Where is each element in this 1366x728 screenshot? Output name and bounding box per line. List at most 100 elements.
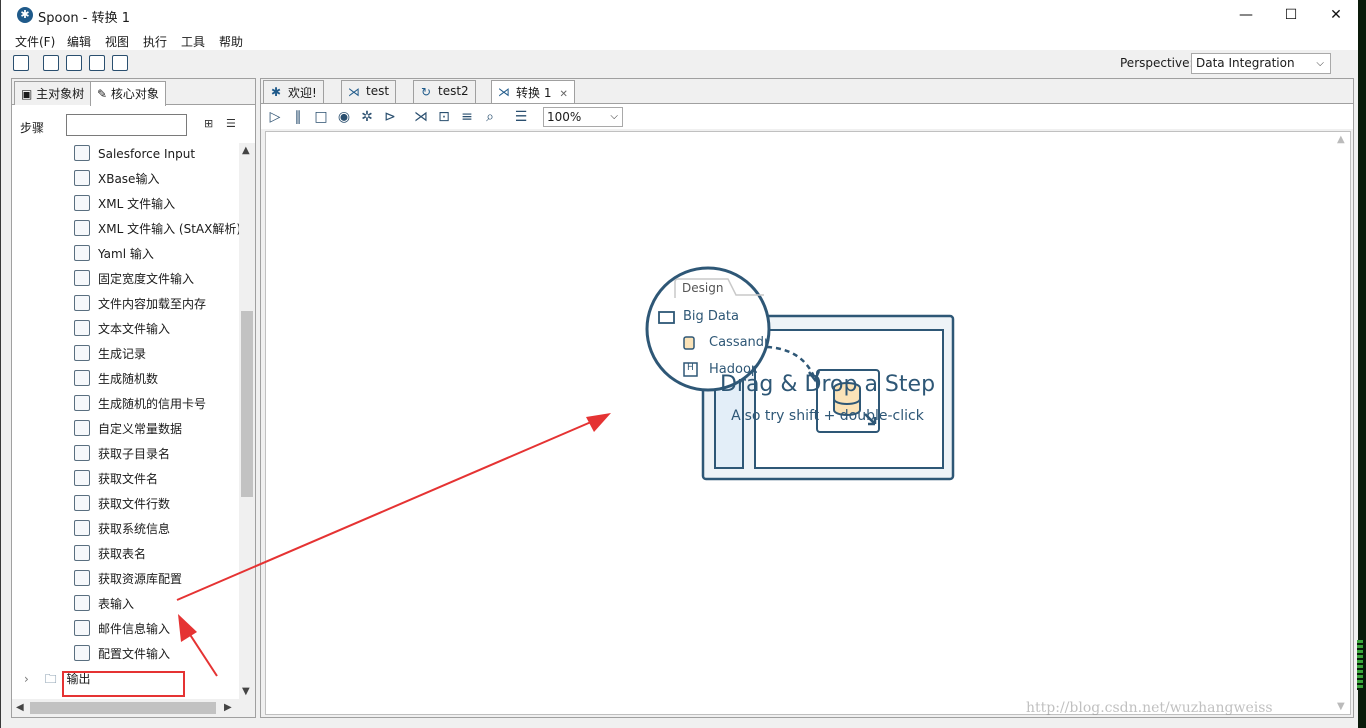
scroll-down-icon[interactable]: ▼ <box>242 686 250 697</box>
title-bar: ✱ Spoon - 转换 1 — ☐ ✕ <box>1 0 1358 30</box>
pause-icon[interactable]: ∥ <box>290 109 306 125</box>
tree-item[interactable]: XML 文件输入 (StAX解析) <box>74 218 240 240</box>
xml-icon <box>74 195 90 211</box>
tree-item[interactable]: 生成记录 <box>74 343 146 365</box>
scroll-thumb[interactable] <box>241 311 253 497</box>
perspective-select[interactable]: Data Integration ⌵ <box>1191 53 1331 74</box>
explore-db-icon[interactable]: ⌕ <box>482 109 498 125</box>
editor-tabs: ✱ 欢迎! ⋊ test ↻ test2 ⋊ 转换 1 ✕ <box>261 79 1353 103</box>
verify-icon[interactable]: ⋊ <box>413 109 429 125</box>
tree-item-label: 文本文件输入 <box>98 322 171 336</box>
chevron-down-icon: ⌵ <box>1316 58 1324 69</box>
steps-search-input[interactable] <box>66 114 187 136</box>
tree-item[interactable]: 获取资源库配置 <box>74 568 182 590</box>
tab-label: 欢迎! <box>288 86 317 100</box>
minimize-button[interactable]: — <box>1223 0 1269 30</box>
tree-item[interactable]: XBase输入 <box>74 168 159 190</box>
transform-icon: ⋊ <box>498 85 510 99</box>
save-as-icon[interactable] <box>112 55 128 71</box>
tree-item-label: 获取子目录名 <box>98 447 171 461</box>
tab-test2[interactable]: ↻ test2 <box>413 80 476 103</box>
new-file-icon[interactable] <box>13 55 29 71</box>
tree-item[interactable]: 获取文件名 <box>74 468 158 490</box>
desktop-meter <box>1357 640 1363 690</box>
tree-item[interactable]: 获取文件行数 <box>74 493 170 515</box>
tree-item-label: 文件内容加载至内存 <box>98 297 207 311</box>
perspective-value: Data Integration <box>1196 56 1295 70</box>
tree-item[interactable]: 生成随机的信用卡号 <box>74 393 206 415</box>
system-icon <box>74 520 90 536</box>
explore-repo-icon[interactable] <box>66 55 82 71</box>
annotation-highlight-box <box>62 671 185 697</box>
tree-item-label: XML 文件输入 (StAX解析) <box>98 222 240 236</box>
scroll-right-icon[interactable]: ▶ <box>224 702 232 713</box>
repo-icon <box>74 570 90 586</box>
preview-icon[interactable]: ◉ <box>336 109 352 125</box>
tree-item[interactable]: 配置文件输入 <box>74 643 170 665</box>
tab-core-objects[interactable]: ✎ 核心对象 <box>90 81 166 106</box>
menu-run[interactable]: 执行 <box>143 33 167 50</box>
tab-welcome[interactable]: ✱ 欢迎! <box>263 80 324 103</box>
tree-item[interactable]: 文本文件输入 <box>74 318 170 340</box>
tab-main-tree[interactable]: ▣ 主对象树 <box>14 81 92 105</box>
zoom-select[interactable]: 100% ⌵ <box>543 107 623 127</box>
scroll-left-icon[interactable]: ◀ <box>16 702 24 713</box>
tree-item[interactable]: 获取系统信息 <box>74 518 170 540</box>
show-results-icon[interactable]: ☰ <box>513 109 529 125</box>
tree-item[interactable]: Yaml 输入 <box>74 243 154 265</box>
tree-item-label: XBase输入 <box>98 172 160 186</box>
scroll-down-icon[interactable]: ▼ <box>1337 701 1345 712</box>
open-file-icon[interactable] <box>43 55 59 71</box>
tab-label: 转换 1 <box>516 86 552 100</box>
table-icon <box>74 545 90 561</box>
tree-item-label: 生成随机的信用卡号 <box>98 397 207 411</box>
count-icon <box>74 495 90 511</box>
replay-icon[interactable]: ⊳ <box>382 109 398 125</box>
scroll-up-icon[interactable]: ▲ <box>242 145 250 156</box>
menu-view[interactable]: 视图 <box>105 33 129 50</box>
maximize-button[interactable]: ☐ <box>1268 0 1314 30</box>
steps-tree: Salesforce Input XBase输入 XML 文件输入 XML 文件… <box>12 143 240 699</box>
impact-icon[interactable]: ⊡ <box>436 109 452 125</box>
illustration-item-cassandra: Cassandr <box>709 335 767 350</box>
tree-item-label: 获取文件行数 <box>98 497 171 511</box>
tree-item-table-input[interactable]: 表输入 <box>74 593 134 615</box>
tree-item[interactable]: 获取子目录名 <box>74 443 170 465</box>
run-icon[interactable]: ▷ <box>267 109 283 125</box>
menu-help[interactable]: 帮助 <box>219 33 243 50</box>
tree-item[interactable]: 获取表名 <box>74 543 146 565</box>
tree-item[interactable]: Salesforce Input <box>74 143 195 165</box>
mail-icon <box>74 620 90 636</box>
close-tab-icon[interactable]: ✕ <box>559 89 567 100</box>
scroll-up-icon[interactable]: ▲ <box>1337 134 1345 145</box>
sql-icon[interactable]: ≡ <box>459 109 475 125</box>
tree-item-label: 自定义常量数据 <box>98 422 183 436</box>
left-vertical-scrollbar[interactable]: ▲ ▼ <box>239 143 255 699</box>
menu-file[interactable]: 文件(F) <box>15 33 55 50</box>
debug-icon[interactable]: ✲ <box>359 109 375 125</box>
collapse-all-icon[interactable]: ☰ <box>226 117 240 131</box>
watermark-text: http://blog.csdn.net/wuzhangweiss <box>1026 700 1273 716</box>
folder-icon: 🗀 <box>44 672 57 686</box>
stop-icon[interactable]: □ <box>313 109 329 125</box>
save-icon[interactable] <box>89 55 105 71</box>
tree-item[interactable]: 自定义常量数据 <box>74 418 182 440</box>
tab-test[interactable]: ⋊ test <box>341 80 397 103</box>
tree-item[interactable]: XML 文件输入 <box>74 193 175 215</box>
menu-tools[interactable]: 工具 <box>181 33 205 50</box>
expand-all-icon[interactable]: ⊞ <box>204 117 218 131</box>
tree-item[interactable]: 文件内容加载至内存 <box>74 293 206 315</box>
tab-transform-1[interactable]: ⋊ 转换 1 ✕ <box>491 80 575 103</box>
left-horizontal-scrollbar[interactable]: ◀ ▶ <box>12 699 255 717</box>
dice-icon <box>74 370 90 386</box>
drag-drop-subtitle: Also try shift + double-click <box>731 408 924 424</box>
records-icon <box>74 345 90 361</box>
menu-edit[interactable]: 编辑 <box>67 33 91 50</box>
tab-core-objects-label: 核心对象 <box>110 87 159 101</box>
tree-item[interactable]: 邮件信息输入 <box>74 618 170 640</box>
illustration-folder-label: Big Data <box>683 309 739 324</box>
tree-item[interactable]: 生成随机数 <box>74 368 158 390</box>
close-button[interactable]: ✕ <box>1313 0 1359 30</box>
scroll-thumb[interactable] <box>30 702 216 714</box>
tree-item[interactable]: 固定宽度文件输入 <box>74 268 194 290</box>
